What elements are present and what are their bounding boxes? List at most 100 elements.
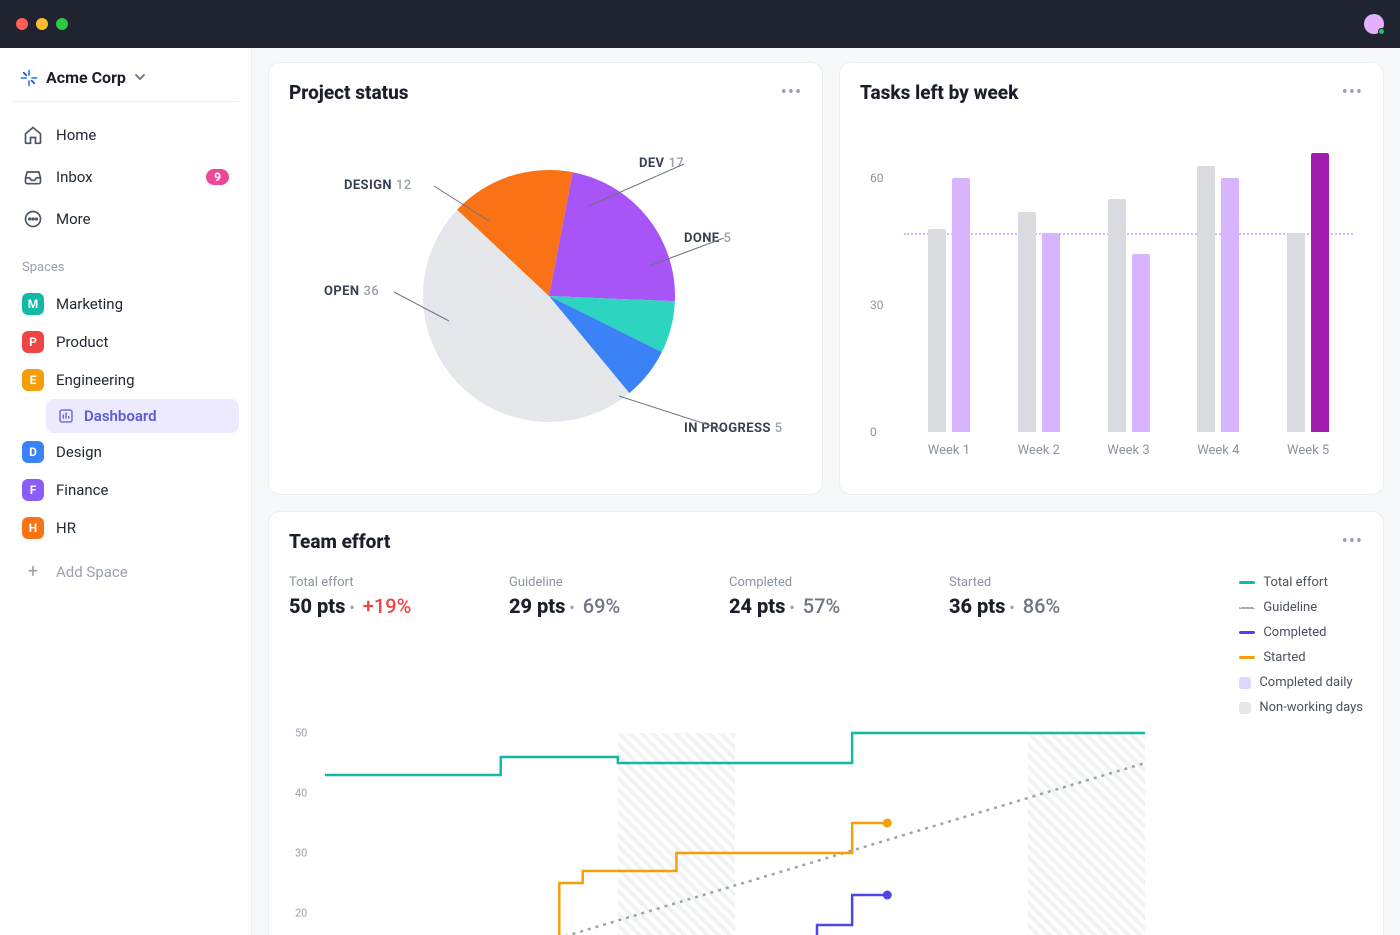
metric: Total effort50 pts • +19% — [289, 575, 469, 715]
sidebar-item-design[interactable]: D Design — [12, 433, 239, 471]
more-icon — [22, 208, 44, 230]
card-menu-icon[interactable]: ••• — [1342, 82, 1363, 103]
inbox-icon — [22, 166, 44, 188]
x-tick: Week 3 — [1084, 443, 1174, 458]
legend: Total effort Guideline Completed Started Com… — [1239, 575, 1363, 715]
chevron-down-icon — [134, 68, 146, 87]
y-tick: 30 — [870, 298, 884, 312]
y-tick: 50 — [295, 727, 307, 740]
space-label: HR — [56, 519, 76, 537]
x-tick: Week 5 — [1263, 443, 1353, 458]
x-tick: Week 2 — [994, 443, 1084, 458]
x-tick: Week 1 — [904, 443, 994, 458]
legend-item: Started — [1239, 650, 1363, 665]
y-tick: 60 — [870, 171, 884, 185]
bar — [1018, 212, 1036, 432]
bar — [1221, 178, 1239, 432]
legend-item: Non-working days — [1239, 700, 1363, 715]
pie-label: DONE5 — [684, 231, 731, 246]
nav-more-label: More — [56, 210, 91, 228]
legend-item: Completed daily — [1239, 675, 1363, 690]
nav-inbox-label: Inbox — [56, 168, 93, 186]
space-label: Marketing — [56, 295, 123, 313]
bar — [1132, 254, 1150, 432]
legend-item: Guideline — [1239, 600, 1363, 615]
user-avatar[interactable] — [1364, 14, 1384, 34]
card-menu-icon[interactable]: ••• — [781, 82, 802, 103]
bar — [1108, 199, 1126, 432]
space-icon: D — [22, 441, 44, 463]
card-project-status: Project status ••• DEV17DONE5IN PROGRESS… — [268, 62, 823, 495]
space-icon: F — [22, 479, 44, 501]
bar — [1197, 166, 1215, 432]
sidebar-item-hr[interactable]: H HR — [12, 509, 239, 547]
workspace-name: Acme Corp — [46, 68, 126, 87]
card-title: Team effort — [289, 530, 390, 553]
line-chart: 20304050 — [289, 733, 1363, 935]
space-label: Finance — [56, 481, 108, 499]
home-icon — [22, 124, 44, 146]
close-icon[interactable] — [16, 18, 28, 30]
minimize-icon[interactable] — [36, 18, 48, 30]
metrics-row: Total effort50 pts • +19% Guideline29 pts… — [289, 565, 1363, 733]
workspace-logo-icon — [20, 69, 38, 87]
card-title: Project status — [289, 81, 409, 104]
nav-home[interactable]: Home — [12, 116, 239, 154]
sidebar-child-dashboard[interactable]: Dashboard — [46, 399, 239, 433]
bar — [928, 229, 946, 432]
metric: Guideline29 pts • 69% — [509, 575, 689, 715]
card-team-effort: Team effort ••• Total effort50 pts • +19… — [268, 511, 1384, 935]
add-space-button[interactable]: + Add Space — [12, 551, 239, 592]
y-tick: 20 — [295, 907, 307, 920]
inbox-badge: 9 — [206, 169, 229, 185]
sidebar: Acme Corp Home Inbox 9 More Spaces MMa — [0, 48, 252, 935]
card-title: Tasks left by week — [860, 81, 1018, 104]
space-icon: P — [22, 331, 44, 353]
bar-group — [994, 136, 1084, 432]
space-icon: E — [22, 369, 44, 391]
titlebar — [0, 0, 1400, 48]
workspace-switcher[interactable]: Acme Corp — [12, 62, 239, 102]
add-space-label: Add Space — [56, 563, 128, 581]
bar — [952, 178, 970, 432]
bar — [1287, 233, 1305, 432]
nav-home-label: Home — [56, 126, 96, 144]
pie-label: OPEN36 — [324, 284, 379, 299]
y-tick: 0 — [870, 425, 877, 439]
nav-more[interactable]: More — [12, 200, 239, 238]
space-label: Engineering — [56, 371, 135, 389]
bar-chart: 0 30 60 Week 1Week 2Week 3Week 4Week 5 — [860, 116, 1363, 476]
space-label: Product — [56, 333, 108, 351]
main-content: Project status ••• DEV17DONE5IN PROGRESS… — [252, 48, 1400, 935]
card-tasks-left: Tasks left by week ••• 0 30 60 Week 1Week 2… — [839, 62, 1384, 495]
spaces-section-label: Spaces — [12, 242, 239, 281]
space-label: Design — [56, 443, 102, 461]
bar-group — [1173, 136, 1263, 432]
bar-group — [1263, 136, 1353, 432]
pie-label: DESIGN12 — [344, 178, 412, 193]
sidebar-item-marketing[interactable]: M Marketing — [12, 285, 239, 323]
x-tick: Week 4 — [1173, 443, 1263, 458]
pie-chart: DEV17DONE5IN PROGRESS5OPEN36DESIGN12 — [289, 116, 802, 476]
legend-item: Completed — [1239, 625, 1363, 640]
bar-group — [904, 136, 994, 432]
legend-item: Total effort — [1239, 575, 1363, 590]
bar — [1042, 233, 1060, 432]
space-icon: H — [22, 517, 44, 539]
maximize-icon[interactable] — [56, 18, 68, 30]
metric: Completed24 pts • 57% — [729, 575, 909, 715]
pie-label: IN PROGRESS5 — [684, 421, 783, 436]
sidebar-item-finance[interactable]: F Finance — [12, 471, 239, 509]
card-menu-icon[interactable]: ••• — [1342, 531, 1363, 552]
window-controls — [16, 18, 68, 30]
nav-inbox[interactable]: Inbox 9 — [12, 158, 239, 196]
sidebar-item-engineering[interactable]: E Engineering — [12, 361, 239, 399]
sidebar-item-product[interactable]: P Product — [12, 323, 239, 361]
bar-group — [1084, 136, 1174, 432]
plus-icon: + — [22, 561, 44, 582]
space-icon: M — [22, 293, 44, 315]
y-tick: 30 — [295, 847, 307, 860]
bar — [1311, 153, 1329, 432]
y-tick: 40 — [295, 787, 307, 800]
metric: Started36 pts • 86% — [949, 575, 1129, 715]
